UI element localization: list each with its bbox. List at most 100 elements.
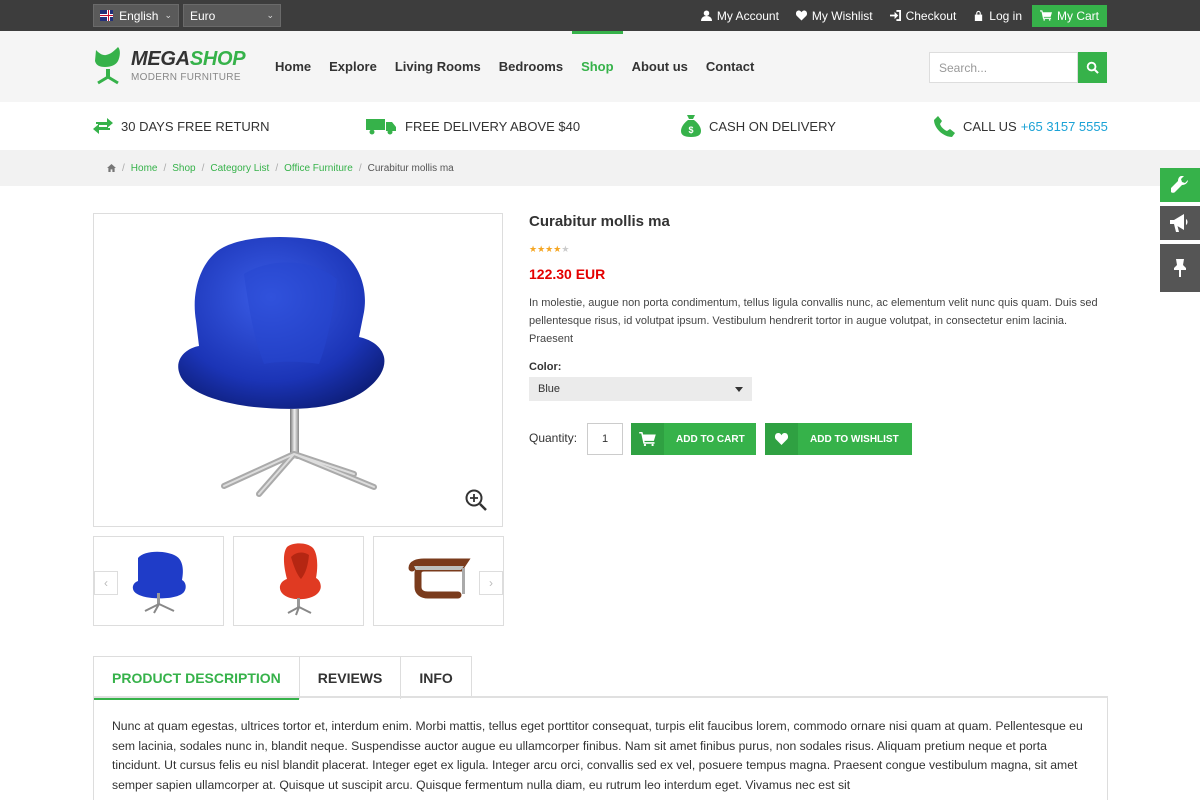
my-account-link[interactable]: My Account <box>700 8 779 23</box>
chevron-down-icon: ⌄ <box>164 10 172 20</box>
side-tool-announcements[interactable] <box>1160 206 1200 240</box>
money-bag-icon: $ <box>681 115 701 137</box>
feature-cash-label: CASH ON DELIVERY <box>709 118 836 134</box>
currency-value: Euro <box>190 8 216 23</box>
sign-in-icon <box>889 10 901 21</box>
wood-table-thumbnail-image <box>408 558 471 599</box>
feature-call-us: CALL US +65 3157 5555 <box>934 102 1108 150</box>
tab-content: Nunc at quam egestas, ultrices tortor et… <box>93 698 1108 800</box>
feature-cash-on-delivery: $ CASH ON DELIVERY <box>681 102 836 150</box>
language-value: English <box>119 8 159 23</box>
chevron-down-icon: ⌄ <box>266 10 274 20</box>
logo-name: MEGASHOP <box>131 48 246 70</box>
tab-product-description[interactable]: PRODUCT DESCRIPTION <box>94 657 300 700</box>
features-bar: 30 DAYS FREE RETURN FREE DELIVERY ABOVE … <box>0 102 1200 150</box>
thumbnail-red-chair[interactable] <box>233 536 364 626</box>
logo-tagline: MODERN FURNITURE <box>131 72 241 83</box>
my-cart-label: My Cart <box>1057 8 1099 23</box>
nav-item-home[interactable]: Home <box>275 31 320 102</box>
color-value: Blue <box>538 383 561 395</box>
my-cart-button[interactable]: My Cart <box>1032 4 1107 27</box>
nav-item-about-us[interactable]: About us <box>623 31 697 102</box>
nav-item-shop[interactable]: Shop <box>572 31 623 102</box>
star-icon: ★ <box>529 244 538 254</box>
heart-icon <box>775 433 788 445</box>
search-button[interactable] <box>1078 52 1107 83</box>
breadcrumb: / Home / Shop / Category List / Office F… <box>0 150 1200 186</box>
breadcrumb-home[interactable]: Home <box>131 163 158 174</box>
my-wishlist-label: My Wishlist <box>811 8 873 23</box>
feature-free-delivery: FREE DELIVERY ABOVE $40 <box>366 102 580 150</box>
my-wishlist-link[interactable]: My Wishlist <box>795 8 873 23</box>
phone-icon <box>934 115 955 137</box>
uk-flag-icon <box>100 10 114 21</box>
product-tabs: PRODUCT DESCRIPTION REVIEWS INFO <box>93 656 472 700</box>
main-product-image[interactable] <box>93 213 503 527</box>
nav-item-explore[interactable]: Explore <box>320 31 386 102</box>
search-input[interactable]: Search... <box>929 52 1078 83</box>
megaphone-icon <box>1170 214 1188 232</box>
chair-logo-icon <box>95 47 120 85</box>
feature-call-label: CALL US <box>963 118 1017 134</box>
feature-free-return: 30 DAYS FREE RETURN <box>93 102 270 150</box>
log-in-link[interactable]: Log in <box>973 9 1022 23</box>
caret-down-icon <box>735 386 743 392</box>
star-icon: ★ <box>553 244 562 254</box>
color-select[interactable]: Blue <box>529 377 752 401</box>
cart-icon <box>1040 10 1052 21</box>
quantity-label: Quantity: <box>529 431 578 445</box>
wrench-icon <box>1171 176 1188 193</box>
phone-number[interactable]: +65 3157 5555 <box>1021 119 1108 134</box>
color-label: Color: <box>529 361 562 373</box>
top-bar: English ⌄ Euro ⌄ My Account My Wishlist … <box>0 0 1200 31</box>
pin-icon <box>1174 259 1186 277</box>
star-icon: ★ <box>545 244 554 254</box>
product-price: 122.30 EUR <box>529 266 606 282</box>
checkout-label: Checkout <box>905 8 957 23</box>
add-to-wishlist-button[interactable]: ADD TO WISHLIST <box>765 423 912 455</box>
truck-icon <box>366 119 396 135</box>
site-logo[interactable]: MEGASHOP MODERN FURNITURE <box>93 47 246 85</box>
user-icon <box>700 10 712 21</box>
quantity-input[interactable]: 1 <box>587 423 623 455</box>
breadcrumb-category-list[interactable]: Category List <box>210 163 269 174</box>
tab-info[interactable]: INFO <box>401 657 470 699</box>
blue-chair-thumbnail-image <box>132 551 186 614</box>
main-nav: Home Explore Living Rooms Bedrooms Shop … <box>275 31 763 102</box>
chevron-left-icon: ‹ <box>104 576 108 590</box>
site-header: MEGASHOP MODERN FURNITURE Home Explore L… <box>0 31 1200 102</box>
heart-icon <box>795 10 807 21</box>
add-to-cart-button[interactable]: ADD TO CART <box>631 423 756 455</box>
nav-item-living-rooms[interactable]: Living Rooms <box>386 31 490 102</box>
cart-icon <box>639 432 656 446</box>
blue-swan-chair-image <box>178 237 385 497</box>
red-egg-chair-thumbnail-image <box>279 543 321 616</box>
currency-select[interactable]: Euro ⌄ <box>183 4 281 27</box>
home-icon[interactable] <box>107 164 116 172</box>
side-tool-settings[interactable] <box>1160 168 1200 202</box>
add-to-wishlist-label: ADD TO WISHLIST <box>810 433 899 445</box>
feature-return-label: 30 DAYS FREE RETURN <box>121 118 270 134</box>
checkout-link[interactable]: Checkout <box>889 8 957 23</box>
breadcrumb-office-furniture[interactable]: Office Furniture <box>284 163 353 174</box>
side-tool-pin[interactable] <box>1160 244 1200 292</box>
product-short-description: In molestie, augue non porta condimentum… <box>529 297 1098 345</box>
feature-delivery-label: FREE DELIVERY ABOVE $40 <box>405 118 581 134</box>
my-account-label: My Account <box>716 8 779 23</box>
svg-text:$: $ <box>688 125 693 135</box>
zoom-in-icon[interactable] <box>464 488 488 512</box>
tab-reviews[interactable]: REVIEWS <box>300 657 402 699</box>
thumbnail-prev-button[interactable]: ‹ <box>94 571 118 595</box>
breadcrumb-shop[interactable]: Shop <box>172 163 195 174</box>
nav-item-contact[interactable]: Contact <box>697 31 763 102</box>
thumbnail-next-button[interactable]: › <box>479 571 503 595</box>
search-icon <box>1086 61 1099 74</box>
add-to-cart-label: ADD TO CART <box>676 433 745 445</box>
product-title: Curabitur mollis ma <box>529 213 670 230</box>
language-select[interactable]: English ⌄ <box>93 4 179 27</box>
nav-item-bedrooms[interactable]: Bedrooms <box>490 31 572 102</box>
refresh-arrows-icon <box>93 118 113 134</box>
chevron-right-icon: › <box>489 576 493 590</box>
log-in-label: Log in <box>989 8 1022 23</box>
product-rating: ★ ★ ★ ★ ★ <box>529 245 569 254</box>
